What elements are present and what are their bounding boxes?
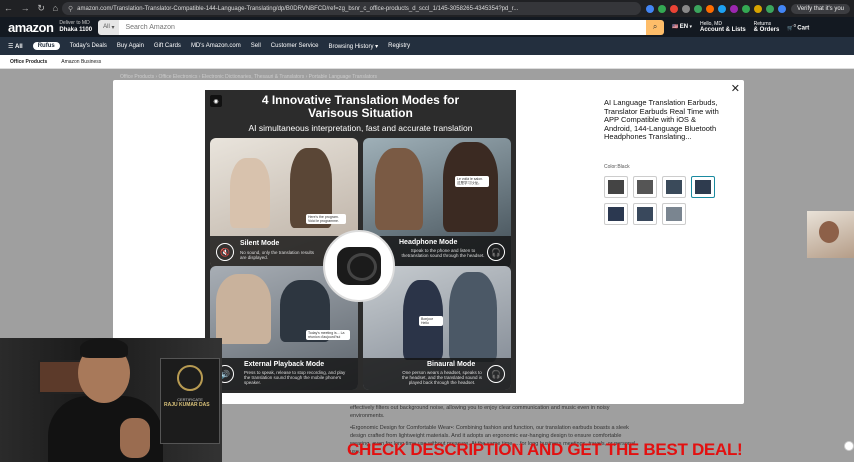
thumbnail-image: [666, 207, 682, 221]
nav-gift-cards[interactable]: Gift Cards: [154, 43, 181, 49]
cart-count: 0: [793, 22, 796, 28]
thumbnail-image: [637, 207, 653, 221]
thumbnail-image: [637, 180, 653, 194]
product-thumbnail[interactable]: [633, 203, 657, 225]
amazon-logo[interactable]: amazon: [0, 20, 59, 35]
speech-bubble: Today's meeting is... La réunion d'aujou…: [306, 330, 350, 340]
all-menu-button[interactable]: ☰ All: [8, 43, 23, 50]
color-label: Color:Black: [604, 164, 630, 170]
cat-office-products[interactable]: Office Products: [10, 59, 47, 65]
extension-icon[interactable]: [730, 4, 739, 13]
returns-orders[interactable]: Returns & Orders: [754, 21, 780, 33]
amazon-header: amazon Deliver to MD Dhaka 1100 All ▾ ⌕ …: [0, 17, 854, 37]
extension-icon[interactable]: [682, 4, 691, 13]
deliver-line2: Dhaka 1100: [59, 27, 93, 33]
nav-browsing-history[interactable]: Browsing History ▾: [328, 43, 378, 50]
extension-icon[interactable]: [670, 4, 679, 13]
product-thumbnail[interactable]: [604, 176, 628, 198]
main-product-image[interactable]: ◉ 4 Innovative Translation Modes for Var…: [205, 90, 516, 393]
extension-icon[interactable]: [694, 4, 703, 13]
language-selector[interactable]: 🇺🇸 EN ▾: [672, 24, 692, 30]
certificate-frame: CERTIFICATE: [160, 358, 220, 444]
extension-icon[interactable]: [778, 4, 787, 13]
extension-icon[interactable]: [742, 4, 751, 13]
search-icon[interactable]: ⌕: [646, 19, 665, 35]
certificate-emblem-icon: [177, 365, 203, 391]
search-category-select[interactable]: All ▾: [98, 19, 120, 35]
url-text: amazon.com/Translation-Translator-Compat…: [77, 5, 519, 12]
rufus-button[interactable]: Rufus: [32, 42, 60, 50]
webcam-overlay: CERTIFICATE RAJU KUMAR DAS: [0, 338, 222, 462]
nav-todays-deals[interactable]: Today's Deals: [70, 43, 107, 49]
certificate-name: RAJU KUMAR DAS: [164, 402, 210, 408]
nav-customer-service[interactable]: Customer Service: [271, 43, 319, 49]
extension-icon[interactable]: [646, 4, 655, 13]
product-thumbnail[interactable]: [662, 203, 686, 225]
extension-icons: [641, 4, 791, 13]
image-headline: 4 Innovative Translation Modes for Varis…: [261, 93, 460, 120]
speech-bubble: Bonjour Hello: [419, 316, 443, 326]
thumbnail-grid: [604, 176, 715, 225]
cat-amazon-business[interactable]: Amazon Business: [61, 59, 101, 65]
home-icon[interactable]: ⌂: [53, 3, 58, 14]
thumbnail-image: [666, 180, 682, 194]
site-info-icon[interactable]: ⚲: [68, 5, 73, 13]
binaural-icon: 🎧: [487, 365, 505, 383]
mute-icon: 🔇: [216, 243, 234, 261]
earbud-product-photo: [323, 230, 395, 302]
thumbnail-image: [608, 207, 624, 221]
deliver-to[interactable]: Deliver to MD Dhaka 1100: [59, 20, 98, 34]
close-icon[interactable]: ✕: [731, 82, 740, 95]
address-bar[interactable]: ⚲ amazon.com/Translation-Translator-Comp…: [62, 2, 642, 15]
promo-banner: CHECK DESCRIPTION AND GET THE BEST DEAL!: [347, 440, 743, 459]
nav-sell[interactable]: Sell: [251, 43, 261, 49]
cart-button[interactable]: 🛒0 Cart: [787, 23, 809, 32]
presenter-hair: [80, 338, 128, 358]
extension-icon[interactable]: [706, 4, 715, 13]
category-bar: Office Products Amazon Business: [0, 55, 854, 69]
account-menu[interactable]: Hello, MD Account & Lists: [700, 21, 746, 33]
image-subline: AI simultaneous interpretation, fast and…: [248, 123, 473, 133]
search-bar: All ▾ ⌕: [98, 19, 665, 35]
extension-icon[interactable]: [718, 4, 727, 13]
verify-button[interactable]: Verify that it's you: [791, 3, 850, 14]
search-input[interactable]: [119, 19, 647, 35]
extension-icon[interactable]: [754, 4, 763, 13]
nav-my-amazon[interactable]: MD's Amazon.com: [191, 43, 241, 49]
product-thumbnail[interactable]: [662, 176, 686, 198]
deliver-line1: Deliver to MD: [59, 20, 90, 26]
product-thumbnail[interactable]: [633, 176, 657, 198]
product-title: AI Language Translation Earbuds, Transla…: [604, 98, 719, 141]
nav-buttons: ← → ↻ ⌂: [0, 3, 62, 14]
person-photo: [819, 221, 839, 243]
speech-bubble: Le voilà le salon. 这是学习沙龙。: [455, 176, 489, 187]
headphone-icon: 🎧: [487, 243, 505, 261]
product-thumbnail[interactable]: [691, 176, 715, 198]
side-video-thumbnail: [807, 211, 854, 258]
thumbnail-image: [608, 180, 624, 194]
nav-registry[interactable]: Registry: [388, 43, 410, 49]
forward-icon[interactable]: →: [21, 3, 30, 14]
presenter-hand: [120, 418, 150, 458]
browser-toolbar: ← → ↻ ⌂ ⚲ amazon.com/Translation-Transla…: [0, 0, 854, 17]
back-icon[interactable]: ←: [4, 3, 13, 14]
extension-icon[interactable]: [766, 4, 775, 13]
thumbnail-image: [695, 180, 711, 194]
accessibility-icon[interactable]: [844, 441, 854, 451]
reload-icon[interactable]: ↻: [37, 3, 45, 14]
speech-bubble: Here's the program. Voici le programme.: [306, 214, 346, 224]
sub-navigation: ☰ All Rufus Today's Deals Buy Again Gift…: [0, 37, 854, 55]
product-thumbnail[interactable]: [604, 203, 628, 225]
extension-icon[interactable]: [658, 4, 667, 13]
nav-buy-again[interactable]: Buy Again: [117, 43, 144, 49]
